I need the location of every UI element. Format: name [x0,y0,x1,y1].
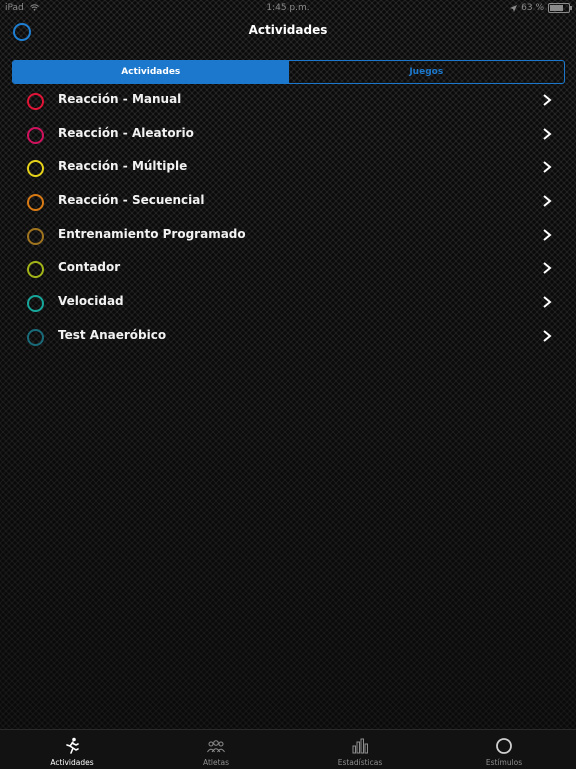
list-item-label: Reacción - Aleatorio [58,125,194,140]
page-title: Actividades [248,23,328,37]
chevron-right-icon [543,94,552,106]
list-item-label: Reacción - Manual [58,92,182,106]
ring-icon [27,93,44,110]
ring-icon [27,261,44,279]
runner-icon [66,737,79,754]
bar-chart-icon [352,738,368,754]
chevron-right-icon [543,127,552,140]
tab-label: Atletas [202,758,230,767]
list-item[interactable]: Reacción - Manual [0,83,576,117]
status-bar: iPad 1:45 p.m. 63 % [0,0,576,16]
group-icon [207,740,225,753]
circle-icon [496,738,512,754]
list-item[interactable]: Reacción - Aleatorio [0,117,576,151]
list-item-label: Reacción - Múltiple [58,159,188,174]
tab-estadisticas[interactable]: Estadísticas [288,730,432,769]
chevron-right-icon [543,296,552,308]
segment-actividades[interactable]: Actividades [13,61,289,83]
battery-fill [550,5,563,11]
activity-list: Reacción - Manual Reacción - Aleatorio R… [0,83,576,353]
list-item-label: Contador [58,260,121,275]
battery-percent: 63 % [521,3,544,13]
tab-atletas[interactable]: Atletas [144,730,288,769]
ring-icon [27,227,44,245]
ring-icon [27,194,44,212]
list-item-label: Entrenamiento Programado [58,226,246,241]
navigation-bar: Actividades [0,16,576,48]
ring-icon [27,295,44,313]
list-item[interactable]: Entrenamiento Programado [0,218,576,252]
list-item[interactable]: Reacción - Múltiple [0,150,576,184]
status-right: 63 % [510,3,572,13]
tab-label: Actividades [50,758,94,767]
ring-icon [27,328,44,346]
chevron-right-icon [543,330,552,342]
chevron-right-icon [543,161,552,174]
list-item[interactable]: Velocidad [0,285,576,319]
list-item[interactable]: Test Anaeróbico [0,319,576,353]
status-time: 1:45 p.m. [266,3,310,13]
list-item-label: Reacción - Secuencial [58,193,205,208]
tab-estimulos[interactable]: Estímulos [432,730,576,769]
list-item-label: Test Anaeróbico [58,327,167,342]
tab-label: Estadísticas [337,758,383,767]
ring-icon [27,126,44,144]
chevron-right-icon [543,262,552,275]
list-item[interactable]: Reacción - Secuencial [0,184,576,218]
segment-juegos[interactable]: Juegos [289,61,565,83]
tab-bar: Actividades Atletas Estadísticas Estímul… [0,729,576,769]
segmented-control: Actividades Juegos [12,60,565,84]
battery-icon [548,3,572,13]
list-item-label: Velocidad [58,294,124,309]
location-icon [510,4,518,12]
chevron-right-icon [543,195,552,207]
tab-actividades[interactable]: Actividades [0,730,144,769]
list-item[interactable]: Contador [0,251,576,285]
ring-icon [27,160,44,178]
chevron-right-icon [543,228,552,241]
tab-label: Estímulos [485,758,523,767]
